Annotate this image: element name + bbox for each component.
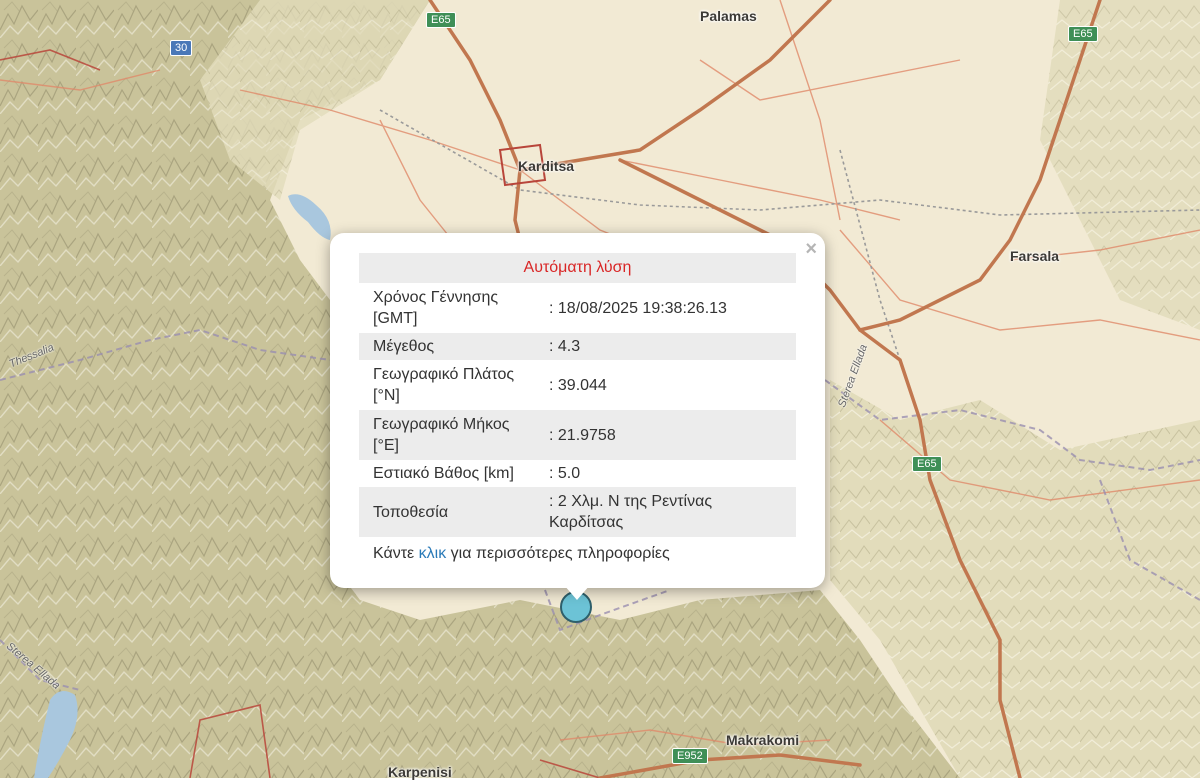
place-label-makrakomi: Makrakomi	[726, 732, 800, 748]
table-row: Γεωγραφικό Μήκος [°E] : 21.9758	[359, 410, 796, 460]
table-row: Χρόνος Γέννησης [GMT] : 18/08/2025 19:38…	[359, 283, 796, 333]
popup-title: Αυτόματη λύση	[359, 253, 796, 283]
row-label-magnitude: Μέγεθος	[359, 333, 547, 360]
more-info-link[interactable]: κλικ	[419, 545, 447, 562]
row-label-latitude: Γεωγραφικό Πλάτος [°N]	[373, 366, 515, 404]
place-label-farsala: Farsala	[1010, 248, 1060, 264]
popup-pointer	[564, 585, 590, 600]
road-shield-e952: E952	[672, 748, 708, 764]
row-label-origin-time: Χρόνος Γέννησης [GMT]	[373, 289, 499, 327]
road-shield-e65-east: E65	[1068, 26, 1098, 42]
row-value-origin-time: : 18/08/2025 19:38:26.13	[549, 299, 727, 317]
table-row: Τοποθεσία : 2 Χλμ. Ν της Ρεντίνας Καρδίτ…	[359, 487, 796, 537]
footer-prefix: Κάντε	[373, 545, 415, 562]
place-label-karditsa: Karditsa	[518, 158, 575, 174]
row-label-location: Τοποθεσία	[359, 487, 547, 537]
row-value-magnitude: : 4.3	[547, 333, 796, 360]
footer-suffix: για περισσότερες πληροφορίες	[450, 545, 670, 562]
road-shield-30: 30	[170, 40, 193, 56]
row-value-latitude: : 39.044	[549, 376, 607, 394]
earthquake-details-table: Αυτόματη λύση Χρόνος Γέννησης [GMT] : 18…	[359, 253, 796, 537]
table-row: Γεωγραφικό Πλάτος [°N] : 39.044	[359, 360, 796, 410]
popup-footer: Κάντε κλικ για περισσότερες πληροφορίες	[373, 545, 670, 563]
table-row: Εστιακό Βάθος [km] : 5.0	[359, 460, 796, 487]
table-row: Μέγεθος : 4.3	[359, 333, 796, 360]
place-label-palamas: Palamas	[700, 8, 757, 24]
row-label-longitude: Γεωγραφικό Μήκος [°E]	[359, 410, 547, 460]
road-shield-e65-south: E65	[912, 456, 942, 472]
row-value-location: : 2 Χλμ. Ν της Ρεντίνας Καρδίτσας	[547, 487, 796, 537]
row-value-longitude: : 21.9758	[547, 410, 796, 460]
earthquake-info-popup: × Αυτόματη λύση Χρόνος Γέννησης [GMT] : …	[330, 233, 825, 588]
row-value-depth: : 5.0	[549, 465, 581, 482]
road-shield-e65-north: E65	[426, 12, 456, 28]
close-icon[interactable]: ×	[805, 239, 817, 259]
row-label-depth: Εστιακό Βάθος [km]	[373, 465, 514, 482]
